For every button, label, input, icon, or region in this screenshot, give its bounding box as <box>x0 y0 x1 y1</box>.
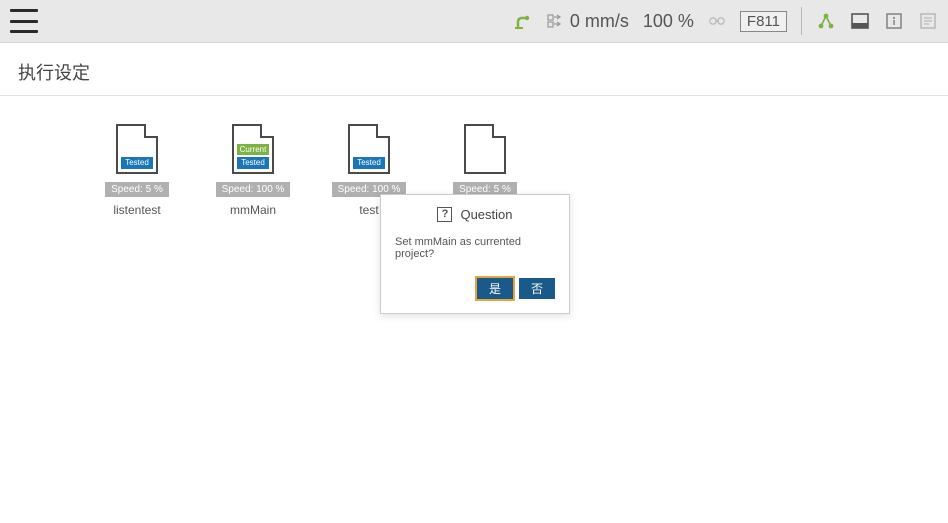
override-value: 100 % <box>643 11 694 32</box>
tested-tag: Tested <box>237 157 269 169</box>
panel-icon[interactable] <box>850 12 870 30</box>
project-name: mmMain <box>230 203 276 217</box>
network-icon[interactable] <box>816 11 836 31</box>
yes-button[interactable]: 是 <box>477 278 513 299</box>
file-icon: Tested <box>348 124 390 174</box>
speed-badge: Speed: 100 % <box>216 182 291 197</box>
menu-hamburger-icon[interactable] <box>10 9 38 33</box>
jog-speed-icon <box>546 12 564 30</box>
project-item[interactable]: Tested Speed: 5 % listentest <box>102 124 172 217</box>
confirm-dialog: ? Question Set mmMain as currented proje… <box>380 194 570 314</box>
speed-value: 0 mm/s <box>570 11 629 32</box>
speed-badge: Speed: 5 % <box>105 182 169 197</box>
page-title: 执行设定 <box>0 43 948 96</box>
tested-tag: Tested <box>353 157 385 169</box>
file-icon: Current Tested <box>232 124 274 174</box>
link-icon <box>708 14 726 28</box>
question-icon: ? <box>437 207 452 222</box>
log-icon[interactable] <box>918 11 938 31</box>
speed-status: 0 mm/s <box>546 11 629 32</box>
current-tag: Current <box>237 144 269 156</box>
tested-tag: Tested <box>121 157 153 169</box>
top-bar: 0 mm/s 100 % F811 <box>0 0 948 43</box>
divider <box>801 7 802 35</box>
info-icon[interactable] <box>884 11 904 31</box>
project-item[interactable]: Current Tested Speed: 100 % mmMain <box>218 124 288 217</box>
file-icon <box>464 124 506 174</box>
project-name: listentest <box>113 203 160 217</box>
file-icon: Tested <box>116 124 158 174</box>
project-name: test <box>359 203 378 217</box>
robot-status-icon <box>514 12 532 30</box>
dialog-title: Question <box>460 207 512 222</box>
no-button[interactable]: 否 <box>519 278 555 299</box>
override-status: 100 % <box>643 11 694 32</box>
status-cluster: 0 mm/s 100 % F811 <box>514 7 938 35</box>
code-indicator[interactable]: F811 <box>740 11 787 32</box>
dialog-message: Set mmMain as currented project? <box>395 236 555 260</box>
